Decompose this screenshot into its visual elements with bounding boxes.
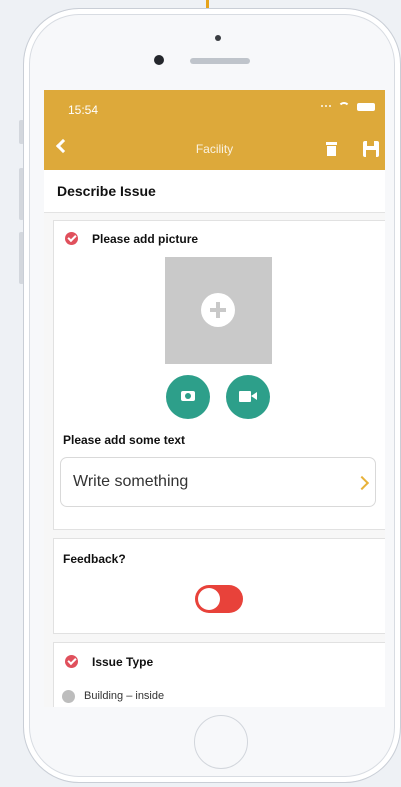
- wifi-icon: [337, 102, 351, 112]
- feedback-toggle[interactable]: [195, 585, 243, 613]
- toggle-knob: [198, 588, 220, 610]
- plus-circle-icon: [201, 293, 235, 327]
- chevron-right-icon: [354, 475, 370, 491]
- add-text-label: Please add some text: [63, 433, 186, 447]
- feedback-label: Feedback?: [63, 552, 126, 566]
- text-input-field[interactable]: Write something: [60, 457, 376, 507]
- camera-icon: [181, 391, 195, 401]
- text-input-placeholder: Write something: [73, 473, 189, 490]
- status-bar: 15:54: [44, 90, 385, 130]
- picture-label: Please add picture: [92, 232, 199, 246]
- signal-icon: [321, 105, 331, 109]
- required-check-icon: [65, 655, 78, 668]
- status-time: 15:54: [68, 103, 99, 117]
- issue-type-label: Issue Type: [92, 655, 154, 669]
- app-screen: 15:54 Facility Describe Issue Please add…: [44, 90, 385, 707]
- save-icon[interactable]: [363, 141, 379, 157]
- status-icons: [321, 102, 375, 112]
- take-photo-button[interactable]: [166, 375, 210, 419]
- picture-card: Please add picture Please add some text …: [53, 220, 385, 530]
- navigation-bar: Facility: [44, 130, 385, 170]
- record-video-button[interactable]: [226, 375, 270, 419]
- front-camera-icon: [154, 55, 164, 65]
- page-title: Describe Issue: [44, 170, 385, 213]
- video-camera-icon: [239, 391, 257, 402]
- add-picture-area[interactable]: [165, 257, 272, 364]
- form-content[interactable]: Describe Issue Please add picture Please…: [44, 170, 385, 707]
- battery-icon: [357, 103, 375, 111]
- required-check-icon: [65, 232, 78, 245]
- radio-button-icon[interactable]: [62, 690, 75, 703]
- sensor-icon: [215, 35, 221, 41]
- issue-option-label[interactable]: Building – inside: [84, 690, 164, 702]
- issue-type-card: Issue Type Building – inside: [53, 642, 385, 707]
- speaker-grille: [190, 58, 250, 64]
- home-button[interactable]: [194, 715, 248, 769]
- trash-icon[interactable]: [326, 142, 337, 156]
- feedback-card: Feedback?: [53, 538, 385, 634]
